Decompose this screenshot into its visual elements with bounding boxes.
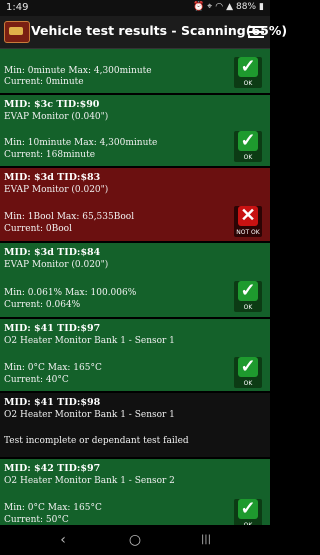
- status-badge: ✓ OK: [234, 131, 262, 162]
- result-current: Current: 168minute: [4, 150, 96, 160]
- list-item: Min: 0minute Max: 4,300minute Current: 0…: [0, 49, 270, 93]
- menu-icon[interactable]: [248, 24, 264, 40]
- battery-level: 88%: [236, 2, 257, 12]
- check-icon: ✓: [238, 281, 258, 301]
- location-icon: ⌖: [207, 2, 213, 12]
- check-icon: ✓: [238, 499, 258, 519]
- status-badge: ✕ NOT OK: [234, 206, 262, 237]
- result-mid: MID: $42 TID:$97: [4, 463, 101, 474]
- list-item: MID: $3c TID:$90 EVAP Monitor (0.040") M…: [0, 95, 270, 166]
- home-button[interactable]: ○: [125, 531, 145, 549]
- result-monitor: O2 Heater Monitor Bank 1 - Sensor 1: [4, 336, 175, 346]
- list-item: MID: $3d TID:$84 EVAP Monitor (0.020") M…: [0, 243, 270, 317]
- back-button[interactable]: ‹: [53, 531, 73, 549]
- battery-icon: ▮: [259, 2, 264, 12]
- result-range: Min: 0.061% Max: 100.006%: [4, 288, 137, 298]
- status-icons: ⏰ ⌖ ◠ ▲ 88% ▮: [193, 2, 264, 12]
- alarm-icon: ⏰: [192, 2, 205, 12]
- result-monitor: EVAP Monitor (0.020"): [4, 185, 109, 195]
- recents-button[interactable]: |||: [196, 531, 216, 549]
- app-logo-icon: [4, 21, 30, 43]
- result-range: Min: 0°C Max: 165°C: [4, 503, 102, 513]
- navigation-bar: ‹ ○ |||: [0, 525, 270, 555]
- result-mid: MID: $41 TID:$98: [4, 397, 101, 408]
- status-badge: ✓ OK: [234, 357, 262, 388]
- result-message: Test incomplete or dependant test failed: [4, 436, 189, 446]
- result-monitor: EVAP Monitor (0.040"): [4, 112, 109, 122]
- result-current: Current: 40°C: [4, 375, 69, 385]
- result-range: Min: 0minute Max: 4,300minute: [4, 66, 152, 76]
- status-badge: ✓ OK: [234, 57, 262, 88]
- list-item: MID: $41 TID:$98 O2 Heater Monitor Bank …: [0, 393, 270, 457]
- result-range: Min: 0°C Max: 165°C: [4, 363, 102, 373]
- results-list[interactable]: Min: 0minute Max: 4,300minute Current: 0…: [0, 49, 270, 525]
- wifi-icon: ◠: [215, 2, 224, 12]
- result-mid: MID: $41 TID:$97: [4, 323, 101, 334]
- status-badge: ✓ OK: [234, 281, 262, 312]
- cross-icon: ✕: [238, 206, 258, 226]
- status-bar: 1:49 ⏰ ⌖ ◠ ▲ 88% ▮: [0, 0, 270, 16]
- result-monitor: O2 Heater Monitor Bank 1 - Sensor 2: [4, 476, 175, 486]
- check-icon: ✓: [238, 131, 258, 151]
- list-item: MID: $42 TID:$97 O2 Heater Monitor Bank …: [0, 459, 270, 525]
- app-bar: Vehicle test results - Scanning(65%): [0, 16, 287, 49]
- result-current: Current: 50°C: [4, 515, 69, 525]
- list-item: MID: $41 TID:$97 O2 Heater Monitor Bank …: [0, 319, 270, 391]
- result-current: Current: 0.064%: [4, 300, 81, 310]
- result-current: Current: 0Bool: [4, 224, 72, 234]
- result-range: Min: 1Bool Max: 65,535Bool: [4, 212, 135, 222]
- check-icon: ✓: [238, 357, 258, 377]
- signal-icon: ▲: [226, 2, 234, 12]
- status-badge: ✓ OK: [234, 499, 262, 525]
- status-time: 1:49: [6, 2, 29, 13]
- result-monitor: EVAP Monitor (0.020"): [4, 260, 109, 270]
- result-mid: MID: $3c TID:$90: [4, 99, 100, 110]
- result-current: Current: 0minute: [4, 77, 84, 87]
- list-item: MID: $3d TID:$83 EVAP Monitor (0.020") M…: [0, 168, 270, 241]
- result-mid: MID: $3d TID:$83: [4, 172, 101, 183]
- check-icon: ✓: [238, 57, 258, 77]
- result-monitor: O2 Heater Monitor Bank 1 - Sensor 1: [4, 410, 175, 420]
- result-mid: MID: $3d TID:$84: [4, 247, 101, 258]
- result-range: Min: 10minute Max: 4,300minute: [4, 138, 158, 148]
